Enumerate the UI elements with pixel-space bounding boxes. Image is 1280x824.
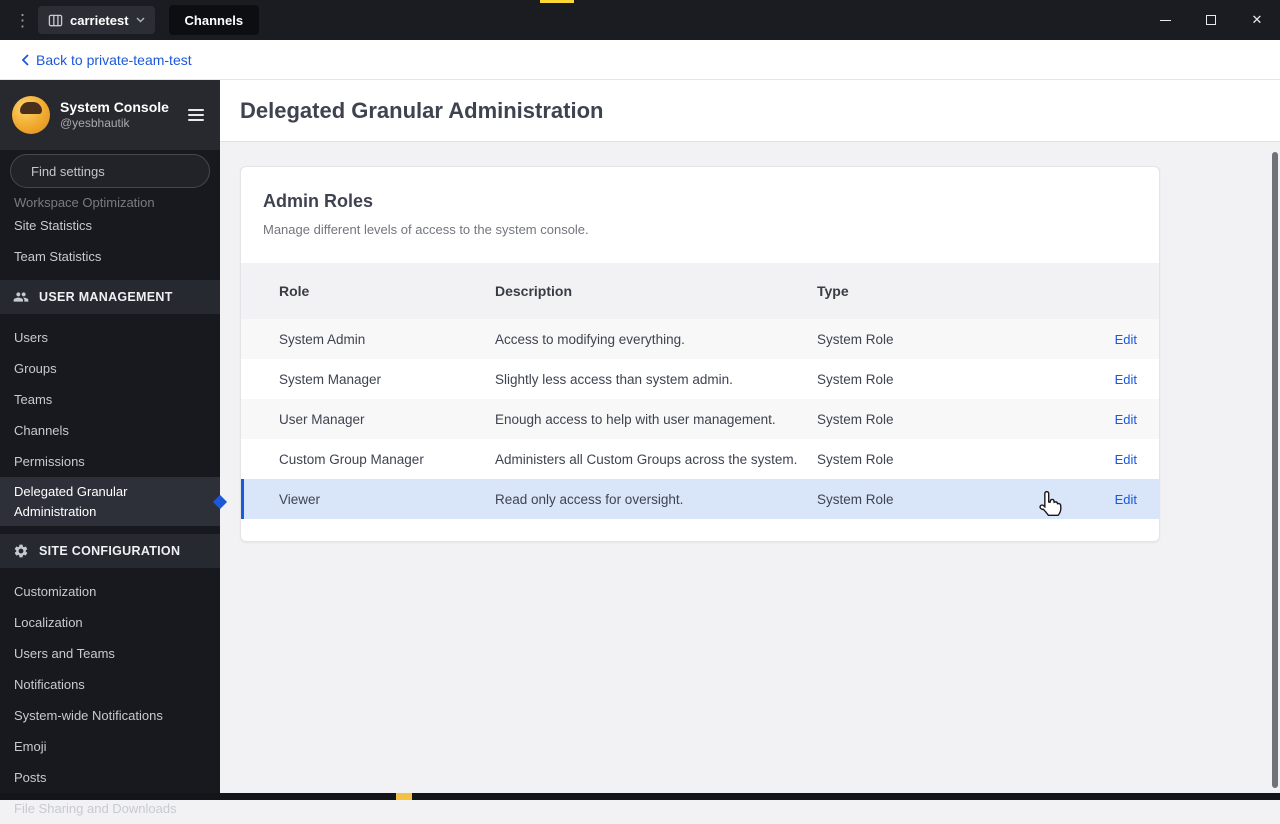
window-controls: ✕ bbox=[1142, 0, 1280, 40]
cell-role: User Manager bbox=[279, 411, 365, 427]
kebab-menu-icon[interactable]: ⋮ bbox=[14, 12, 31, 29]
sidebar-header: System Console @yesbhautik bbox=[0, 80, 220, 150]
table-header-row: Role Description Type bbox=[241, 263, 1159, 319]
edit-link[interactable]: Edit bbox=[1115, 492, 1137, 507]
cell-type: System Role bbox=[817, 451, 894, 467]
tab-channels[interactable]: Channels bbox=[168, 5, 260, 35]
chevron-down-icon bbox=[136, 17, 145, 23]
cell-role: Custom Group Manager bbox=[279, 451, 424, 467]
top-accent-sliver bbox=[540, 0, 574, 3]
close-icon: ✕ bbox=[1251, 12, 1263, 27]
column-description: Description bbox=[495, 283, 573, 299]
edit-link[interactable]: Edit bbox=[1115, 412, 1137, 427]
vertical-scrollbar bbox=[1270, 80, 1280, 800]
sidebar-item-system-wide-notifications[interactable]: System-wide Notifications bbox=[0, 700, 220, 731]
cell-type: System Role bbox=[817, 331, 894, 347]
sidebar-username: @yesbhautik bbox=[60, 116, 130, 131]
sidebar-item-localization[interactable]: Localization bbox=[0, 607, 220, 638]
page-title: Delegated Granular Administration bbox=[240, 97, 604, 123]
sidebar-item-permissions[interactable]: Permissions bbox=[0, 446, 220, 477]
bottom-accent-sliver bbox=[396, 793, 412, 800]
cell-description: Read only access for oversight. bbox=[495, 491, 684, 507]
sidebar-item-users-and-teams[interactable]: Users and Teams bbox=[0, 638, 220, 669]
sidebar-item-workspace-optimization[interactable]: Workspace Optimization bbox=[0, 194, 220, 210]
sidebar-item-groups[interactable]: Groups bbox=[0, 353, 220, 384]
sidebar-item-customization[interactable]: Customization bbox=[0, 576, 220, 607]
cell-description: Administers all Custom Groups across the… bbox=[495, 451, 798, 467]
scrollbar-thumb[interactable] bbox=[1272, 152, 1278, 788]
cell-role: System Manager bbox=[279, 371, 382, 387]
team-selector[interactable]: carrietest bbox=[38, 6, 155, 34]
maximize-icon bbox=[1206, 15, 1216, 25]
minimize-button[interactable] bbox=[1142, 0, 1188, 40]
system-console-sidebar: System Console @yesbhautik Workspace Opt… bbox=[0, 80, 228, 816]
card-title: Admin Roles bbox=[263, 191, 374, 211]
search-input[interactable] bbox=[31, 163, 207, 179]
people-icon bbox=[13, 292, 29, 302]
section-site-configuration-label: SITE CONFIGURATION bbox=[39, 544, 181, 558]
sidebar-item-site-statistics[interactable]: Site Statistics bbox=[0, 210, 220, 241]
sidebar-header-text: System Console @yesbhautik bbox=[60, 98, 169, 132]
card-header: Admin Roles Manage different levels of a… bbox=[241, 167, 1159, 263]
table-row-custom-group-manager: Custom Group Manager Administers all Cus… bbox=[241, 439, 1159, 479]
table-row-viewer: Viewer Read only access for oversight. S… bbox=[241, 479, 1159, 519]
sidebar-nav: Workspace Optimization Site Statistics T… bbox=[0, 194, 228, 824]
sidebar-item-delegated-granular-administration[interactable]: Delegated Granular Administration bbox=[0, 477, 228, 526]
cell-type: System Role bbox=[817, 411, 894, 427]
sidebar-item-channels[interactable]: Channels bbox=[0, 415, 220, 446]
sidebar-title: System Console bbox=[60, 99, 169, 116]
table-row-system-admin: System Admin Access to modifying everyth… bbox=[241, 319, 1159, 359]
back-link-label: Back to private-team-test bbox=[36, 51, 192, 68]
minimize-icon bbox=[1159, 19, 1171, 21]
back-bar: Back to private-team-test bbox=[0, 40, 1280, 80]
card-subtitle: Manage different levels of access to the… bbox=[263, 222, 589, 237]
close-button[interactable]: ✕ bbox=[1234, 0, 1280, 40]
cell-type: System Role bbox=[817, 491, 894, 507]
user-avatar bbox=[12, 96, 50, 134]
page-header: Delegated Granular Administration bbox=[220, 80, 1280, 142]
cell-description: Enough access to help with user manageme… bbox=[495, 411, 776, 427]
active-item-label: Delegated Granular Administration bbox=[14, 484, 128, 519]
team-selector-label: carrietest bbox=[70, 12, 129, 28]
main-content: Delegated Granular Administration Admin … bbox=[220, 80, 1280, 800]
sidebar-item-teams[interactable]: Teams bbox=[0, 384, 220, 415]
admin-roles-card: Admin Roles Manage different levels of a… bbox=[240, 166, 1160, 542]
sidebar-search bbox=[0, 150, 220, 194]
admin-roles-table: Role Description Type System Admin Acces… bbox=[241, 263, 1159, 541]
cell-type: System Role bbox=[817, 371, 894, 387]
table-row-user-manager: User Manager Enough access to help with … bbox=[241, 399, 1159, 439]
sidebar-item-notifications[interactable]: Notifications bbox=[0, 669, 220, 700]
edit-link[interactable]: Edit bbox=[1115, 332, 1137, 347]
bottom-edge-strip bbox=[0, 793, 1280, 800]
sidebar-item-users[interactable]: Users bbox=[0, 322, 220, 353]
team-grid-icon bbox=[48, 14, 63, 26]
table-row-system-manager: System Manager Slightly less access than… bbox=[241, 359, 1159, 399]
edit-link[interactable]: Edit bbox=[1115, 452, 1137, 467]
sidebar-item-emoji[interactable]: Emoji bbox=[0, 731, 220, 762]
cell-role: Viewer bbox=[279, 491, 321, 507]
section-user-management: USER MANAGEMENT bbox=[0, 280, 220, 314]
maximize-button[interactable] bbox=[1188, 0, 1234, 40]
window-title-bar: ⋮ carrietest Channels ✕ bbox=[0, 0, 1280, 40]
section-site-configuration: SITE CONFIGURATION bbox=[0, 534, 220, 568]
gear-icon bbox=[14, 544, 28, 558]
tab-channels-label: Channels bbox=[184, 12, 244, 28]
sidebar-item-team-statistics[interactable]: Team Statistics bbox=[0, 241, 220, 272]
sidebar-item-posts[interactable]: Posts bbox=[0, 762, 220, 793]
cell-description: Slightly less access than system admin. bbox=[495, 371, 733, 387]
column-role: Role bbox=[279, 283, 310, 299]
edit-link[interactable]: Edit bbox=[1115, 372, 1137, 387]
section-user-management-label: USER MANAGEMENT bbox=[39, 290, 173, 304]
back-link[interactable]: Back to private-team-test bbox=[20, 52, 192, 68]
search-box[interactable] bbox=[10, 154, 210, 188]
chevron-left-icon bbox=[21, 53, 29, 66]
column-type: Type bbox=[817, 283, 849, 299]
cell-role: System Admin bbox=[279, 331, 366, 347]
cell-description: Access to modifying everything. bbox=[495, 331, 685, 347]
hamburger-menu-icon[interactable] bbox=[184, 105, 208, 125]
